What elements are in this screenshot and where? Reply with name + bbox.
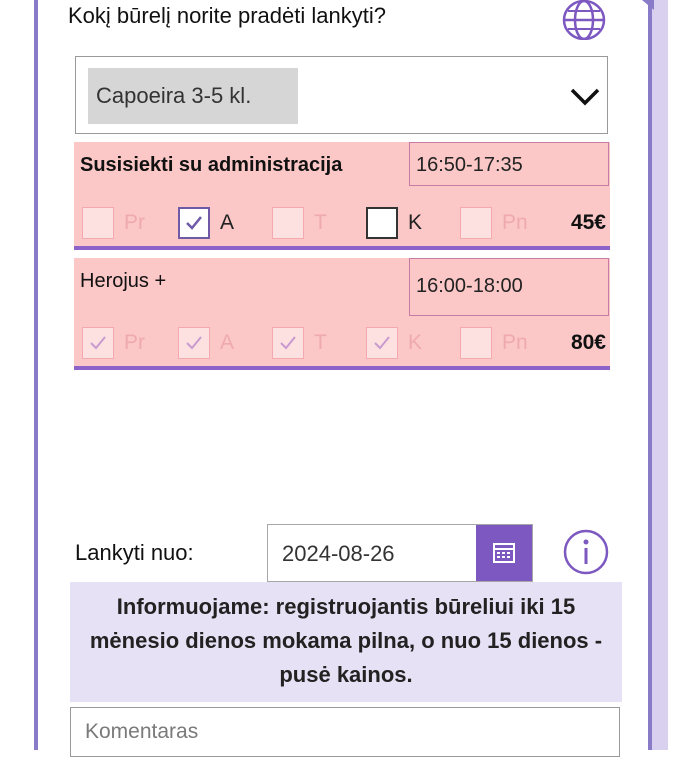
day-checkbox[interactable] [178,327,210,359]
check-icon [374,336,390,350]
group-time: 16:50-17:35 [409,142,609,186]
day-label: K [408,331,423,354]
day-pr[interactable]: Pr [82,206,145,240]
day-checkbox[interactable] [82,327,114,359]
day-label: Pr [124,331,145,354]
info-icon[interactable] [562,528,610,576]
schedule-group-1[interactable]: Susisiekti su administracija 16:50-17:35… [74,142,610,250]
start-date-field[interactable]: 2024-08-26 [267,524,533,582]
day-label: Pr [124,211,145,234]
frame-left-border [34,0,38,750]
day-a[interactable]: A [178,206,234,240]
day-label: T [314,331,327,354]
group-price: 80€ [570,331,606,354]
check-icon [280,336,296,350]
day-checkbox[interactable] [82,207,114,239]
calendar-button[interactable] [476,525,532,581]
select-value: Capoeira 3-5 kl. [88,68,298,124]
day-checkbox[interactable] [272,207,304,239]
check-icon [90,336,106,350]
start-date-value: 2024-08-26 [282,541,395,566]
day-checkbox[interactable] [366,207,398,239]
day-label: T [314,211,327,234]
group-price: 45€ [570,211,606,234]
day-pn[interactable]: Pn [460,326,528,360]
day-checkbox[interactable] [460,327,492,359]
chevron-down-icon [570,88,600,106]
day-t[interactable]: T [272,206,327,240]
day-checkbox[interactable] [272,327,304,359]
day-checkbox[interactable] [366,327,398,359]
day-a[interactable]: A [178,326,234,360]
schedule-group-2[interactable]: Herojus + 16:00-18:00 Pr A T K Pn 80€ [74,258,610,370]
frame-corner [642,0,654,10]
globe-icon[interactable] [560,0,608,40]
payment-notice: Informuojame: registruojantis būreliui i… [70,582,622,702]
group-title: Herojus + [80,270,167,292]
group-divider [74,246,610,250]
day-label: K [408,211,423,234]
day-label: Pn [502,211,528,234]
comment-input[interactable] [71,708,619,756]
activity-select[interactable]: Capoeira 3-5 kl. [75,56,608,134]
day-label: A [220,331,235,354]
group-title: Susisiekti su administracija [80,154,343,176]
frame-right-shadow [652,0,668,750]
check-icon [186,336,202,350]
day-label: Pn [502,331,528,354]
check-icon [186,216,202,230]
frame-right-border [648,0,652,750]
group-time: 16:00-18:00 [409,258,609,316]
day-checkbox[interactable] [460,207,492,239]
day-pr[interactable]: Pr [82,326,145,360]
day-t[interactable]: T [272,326,327,360]
day-k[interactable]: K [366,326,422,360]
question-label: Kokį būrelį norite pradėti lankyti? [68,3,386,28]
calendar-icon [493,543,515,563]
day-pn[interactable]: Pn [460,206,528,240]
day-label: A [220,211,235,234]
group-divider [74,366,610,370]
day-checkbox[interactable] [178,207,210,239]
day-k[interactable]: K [366,206,422,240]
start-date-label: Lankyti nuo: [75,540,194,565]
